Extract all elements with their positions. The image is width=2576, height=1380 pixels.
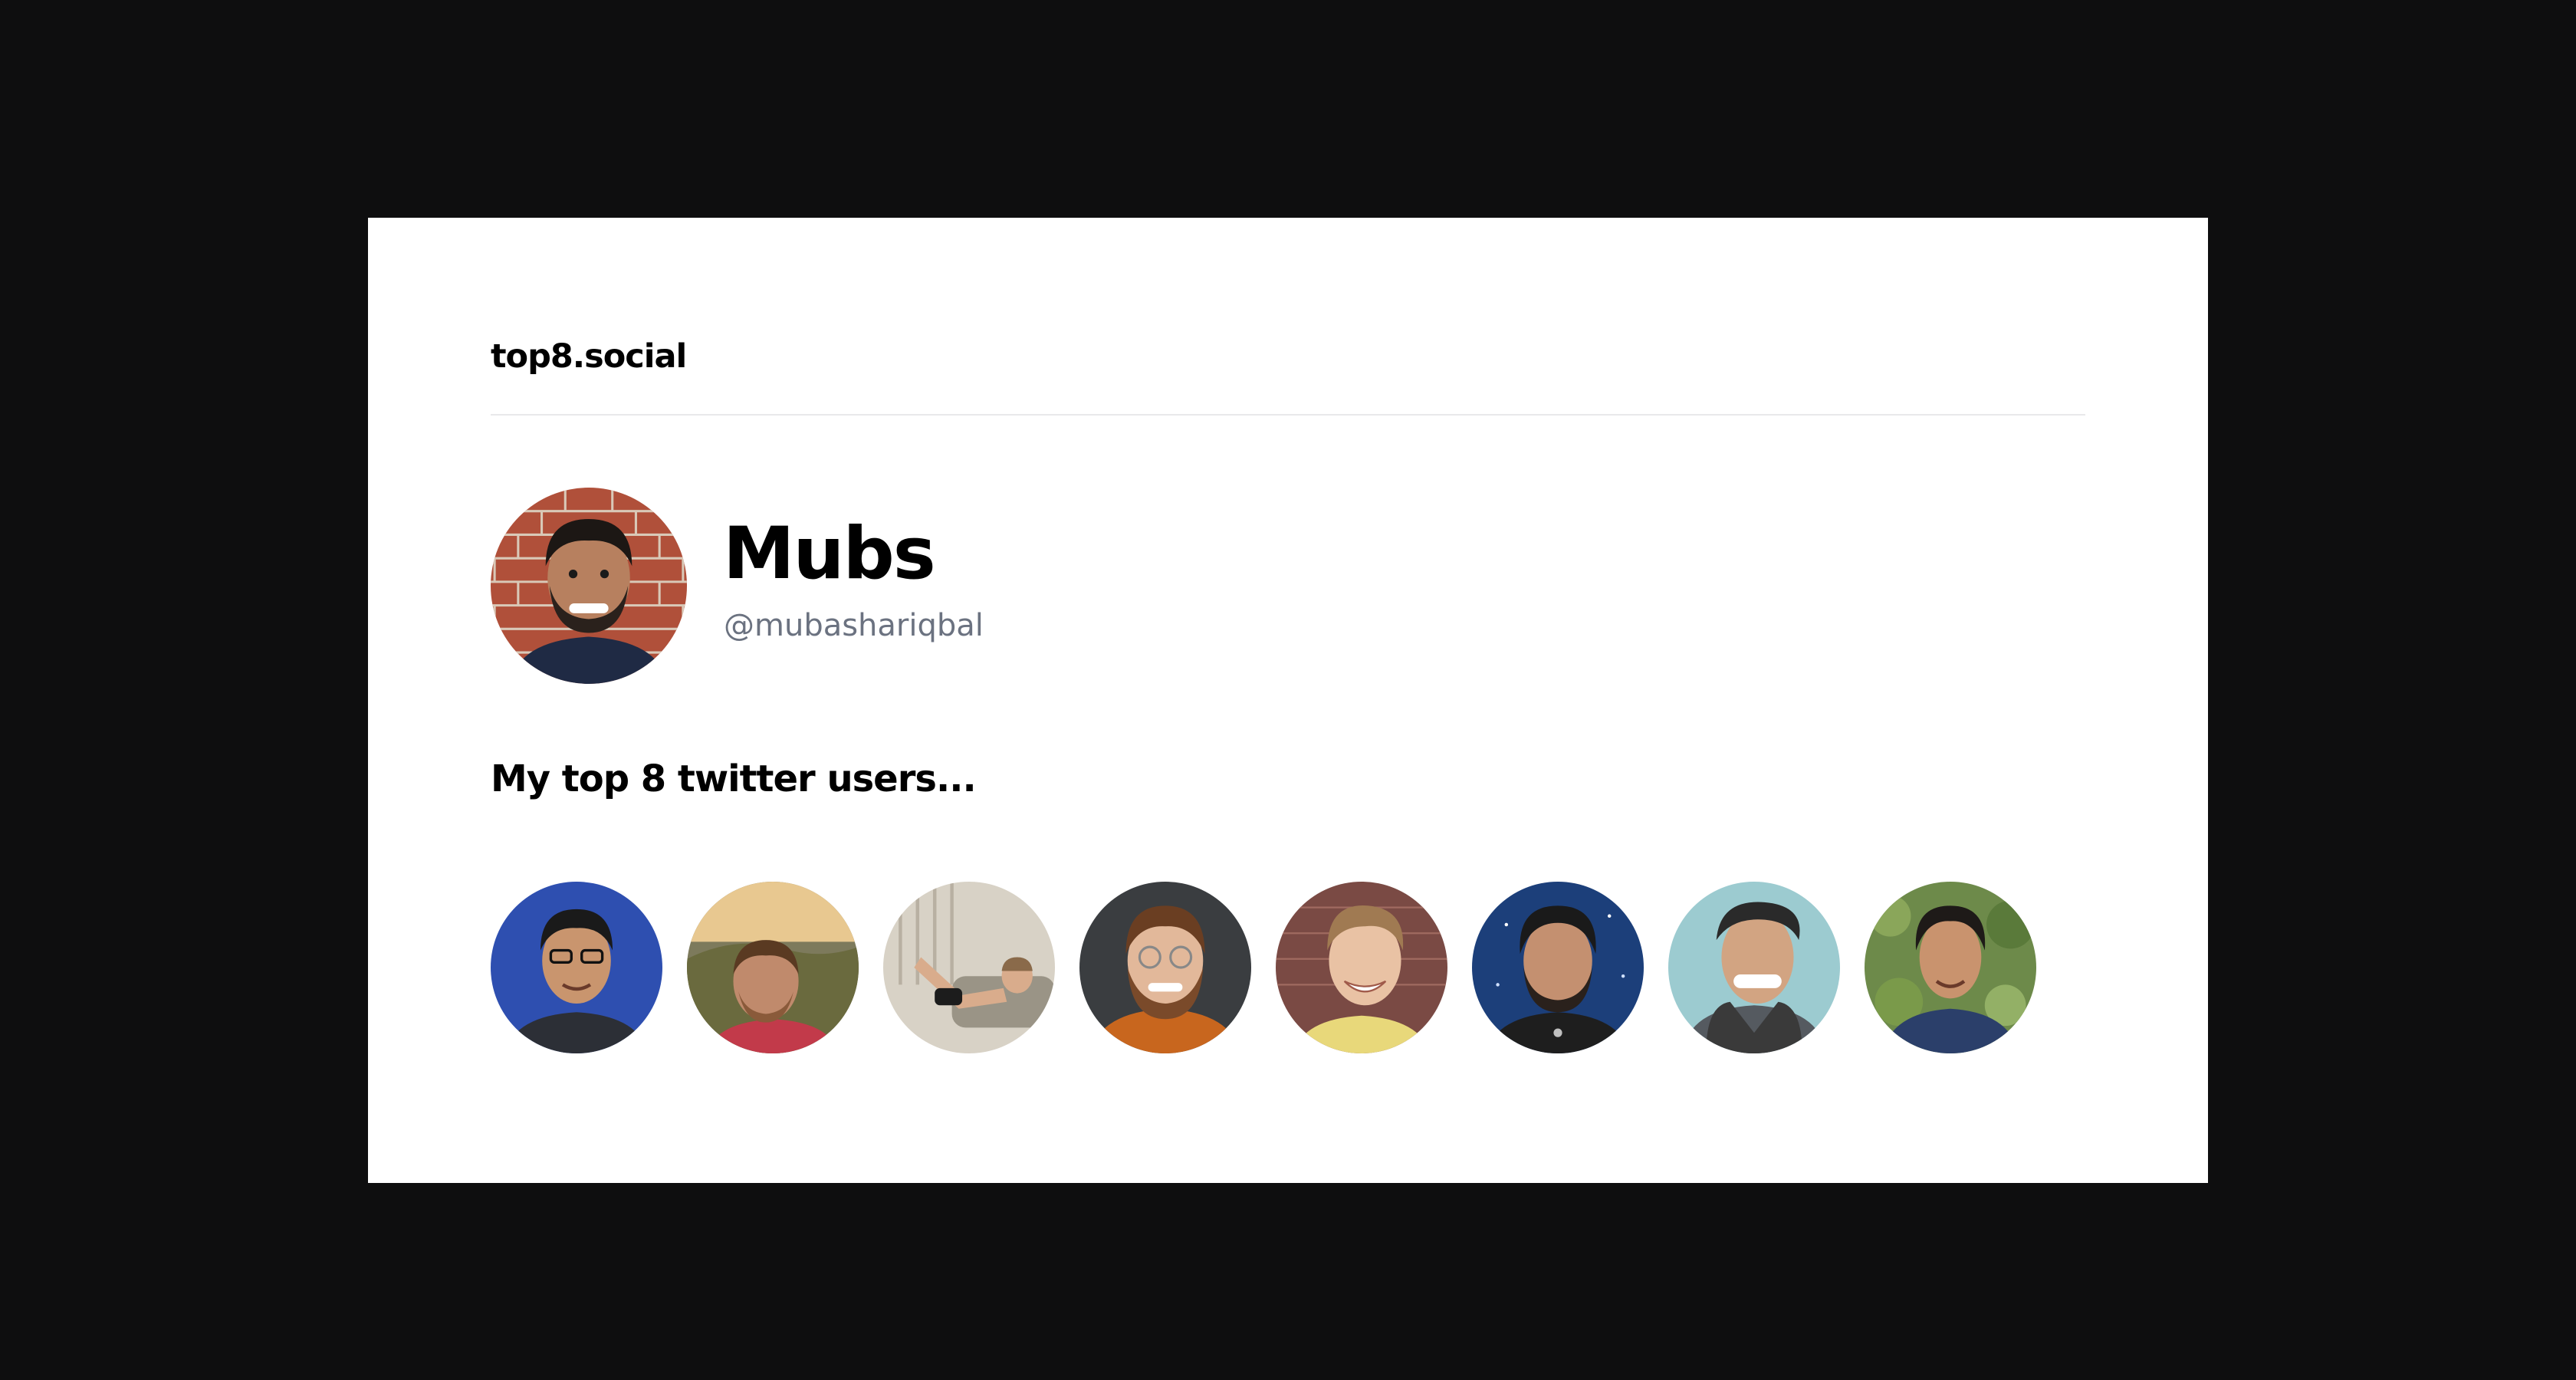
site-logo[interactable]: top8.social: [491, 340, 687, 373]
friend-avatar-4[interactable]: [1079, 882, 1251, 1053]
top8-heading: My top 8 twitter users...: [491, 757, 977, 800]
header-divider: [491, 414, 2085, 416]
profile-card: top8.social Mubs @mubashariqbal My top 8…: [368, 218, 2208, 1183]
friend-photo-icon: [1472, 882, 1644, 1053]
profile-handle[interactable]: @mubashariqbal: [724, 610, 984, 641]
friend-photo-icon: [883, 882, 1055, 1053]
profile-display-name: Mubs: [723, 512, 936, 596]
friend-photo-icon: [1668, 882, 1840, 1053]
friend-photo-icon: [1079, 882, 1251, 1053]
friend-avatar-1[interactable]: [491, 882, 662, 1053]
profile-photo-icon: [491, 488, 687, 684]
top8-list: [491, 882, 2085, 1053]
friend-photo-icon: [687, 882, 859, 1053]
friend-photo-icon: [1865, 882, 2036, 1053]
friend-photo-icon: [491, 882, 662, 1053]
friend-avatar-2[interactable]: [687, 882, 859, 1053]
friend-avatar-7[interactable]: [1668, 882, 1840, 1053]
friend-avatar-6[interactable]: [1472, 882, 1644, 1053]
friend-avatar-3[interactable]: [883, 882, 1055, 1053]
friend-photo-icon: [1276, 882, 1447, 1053]
friend-avatar-8[interactable]: [1865, 882, 2036, 1053]
profile-avatar: [491, 488, 687, 684]
friend-avatar-5[interactable]: [1276, 882, 1447, 1053]
